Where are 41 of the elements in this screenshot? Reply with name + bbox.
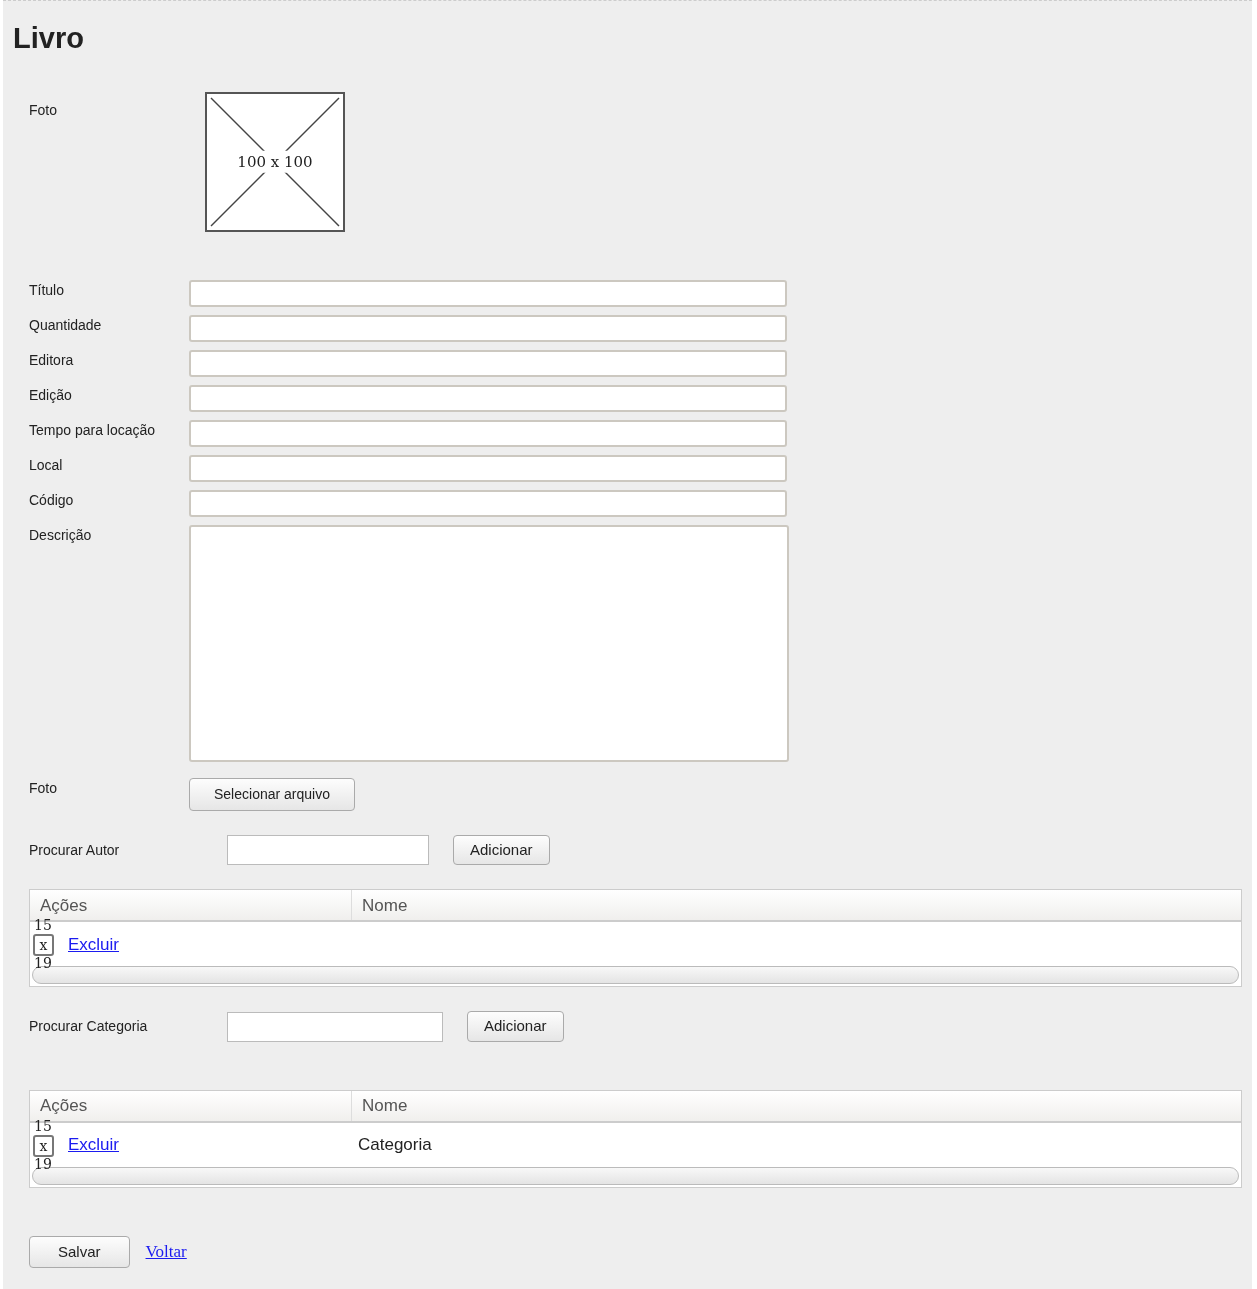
field-label: Editora bbox=[28, 350, 75, 370]
file-button[interactable]: Selecionar arquivo bbox=[189, 777, 355, 811]
input-field[interactable] bbox=[189, 349, 787, 377]
column-header: Nome bbox=[361, 1095, 408, 1118]
input-field[interactable] bbox=[189, 314, 787, 342]
input-field[interactable] bbox=[189, 489, 787, 517]
broken-image-icon: x bbox=[33, 934, 54, 957]
input-field[interactable] bbox=[189, 454, 787, 482]
field-label: Foto bbox=[28, 778, 58, 798]
broken-image-icon: x bbox=[33, 1134, 54, 1157]
page-title: Livro bbox=[13, 21, 85, 56]
back-link[interactable]: Voltar bbox=[145, 1239, 187, 1265]
add-button[interactable]: Adicionar bbox=[467, 1011, 564, 1042]
field-label: Tempo para locação bbox=[28, 420, 157, 440]
field-label: Edição bbox=[28, 385, 73, 405]
column-header: Ações bbox=[30, 1090, 352, 1121]
search-label: Procurar Autor bbox=[28, 840, 121, 860]
horizontal-scrollbar[interactable] bbox=[32, 966, 1239, 985]
input-field[interactable] bbox=[189, 279, 787, 307]
field-label: Código bbox=[28, 490, 75, 510]
input-field[interactable] bbox=[189, 419, 787, 447]
input-field[interactable] bbox=[189, 384, 787, 412]
field-label: Título bbox=[28, 280, 65, 300]
search-field[interactable] bbox=[227, 835, 429, 866]
save-button[interactable]: Salvar bbox=[29, 1235, 130, 1269]
image-size-text: 19 bbox=[34, 956, 52, 971]
column-header: Nome bbox=[361, 894, 408, 917]
image-size-text: 19 bbox=[34, 1156, 52, 1171]
table-cell-text: Categoria bbox=[358, 1134, 432, 1157]
add-button[interactable]: Adicionar bbox=[453, 834, 550, 866]
search-field[interactable] bbox=[227, 1011, 443, 1042]
delete-link[interactable]: Excluir bbox=[68, 931, 358, 958]
field-label: Foto bbox=[28, 100, 58, 120]
text-area[interactable] bbox=[189, 524, 789, 762]
field-label: Local bbox=[28, 455, 64, 475]
field-label: Quantidade bbox=[28, 315, 103, 335]
image-size-text: 15 bbox=[34, 1118, 52, 1133]
field-label: Descrição bbox=[28, 525, 93, 545]
image-size-text: 15 bbox=[34, 918, 52, 933]
delete-link[interactable]: Excluir bbox=[68, 1132, 358, 1158]
search-label: Procurar Categoria bbox=[28, 1017, 149, 1037]
